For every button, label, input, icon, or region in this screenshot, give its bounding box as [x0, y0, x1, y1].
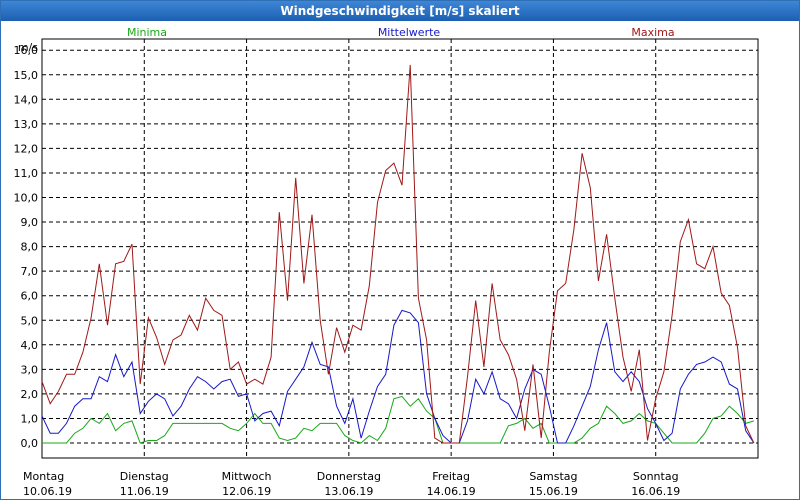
x-tick-weekday-label: Donnerstag: [317, 470, 381, 483]
x-tick-date-label: 10.06.19: [23, 485, 72, 498]
y-tick-label: 10,0: [14, 192, 39, 205]
y-tick-label: 7,0: [21, 265, 39, 278]
y-tick-label: 0,0: [21, 437, 39, 450]
y-tick-label: 14,0: [14, 93, 39, 106]
y-tick-label: 5,0: [21, 314, 39, 327]
chart-window: Windgeschwindigkeit [m/s] skaliert 0,0 1,…: [0, 0, 800, 500]
x-tick-weekday-label: Mittwoch: [222, 470, 272, 483]
x-tick-weekday-label: Samstag: [529, 470, 577, 483]
y-tick-label: 4,0: [21, 339, 39, 352]
x-tick-date-label: 12.06.19: [222, 485, 271, 498]
y-tick-label: 3,0: [21, 363, 39, 376]
y-tick-label: 11,0: [14, 167, 39, 180]
y-tick-label: 1,0: [21, 412, 39, 425]
plot-area: [41, 38, 759, 459]
legend-entry: Minima: [127, 26, 167, 39]
y-tick-label: 9,0: [21, 216, 39, 229]
x-tick-date-label: 11.06.19: [120, 485, 169, 498]
wind-speed-chart: 0,0 1,0 2,0 3,0 4,0 5,0 6,0 7,0 8,0 9,0 10,0 11,0 12…: [14, 26, 759, 498]
y-tick-label: 2,0: [21, 388, 39, 401]
x-tick-date-label: 16.06.19: [631, 485, 680, 498]
x-tick-date-label: 13.06.19: [324, 485, 373, 498]
y-axis-unit-label: m/s: [18, 41, 38, 54]
legend-entry: Mittelwerte: [378, 26, 441, 39]
y-tick-label: 13,0: [14, 118, 39, 131]
y-tick-label: 8,0: [21, 241, 39, 254]
y-tick-label: 15,0: [14, 69, 39, 82]
y-tick-label: 6,0: [21, 290, 39, 303]
legend-entry: Maxima: [631, 26, 674, 39]
x-tick-weekday-label: Montag: [23, 470, 64, 483]
x-tick-date-label: 15.06.19: [529, 485, 578, 498]
x-tick-date-label: 14.06.19: [427, 485, 476, 498]
x-tick-weekday-label: Freitag: [432, 470, 470, 483]
x-tick-weekday-label: Sonntag: [633, 470, 679, 483]
x-tick-weekday-label: Dienstag: [120, 470, 169, 483]
y-tick-label: 12,0: [14, 142, 39, 155]
